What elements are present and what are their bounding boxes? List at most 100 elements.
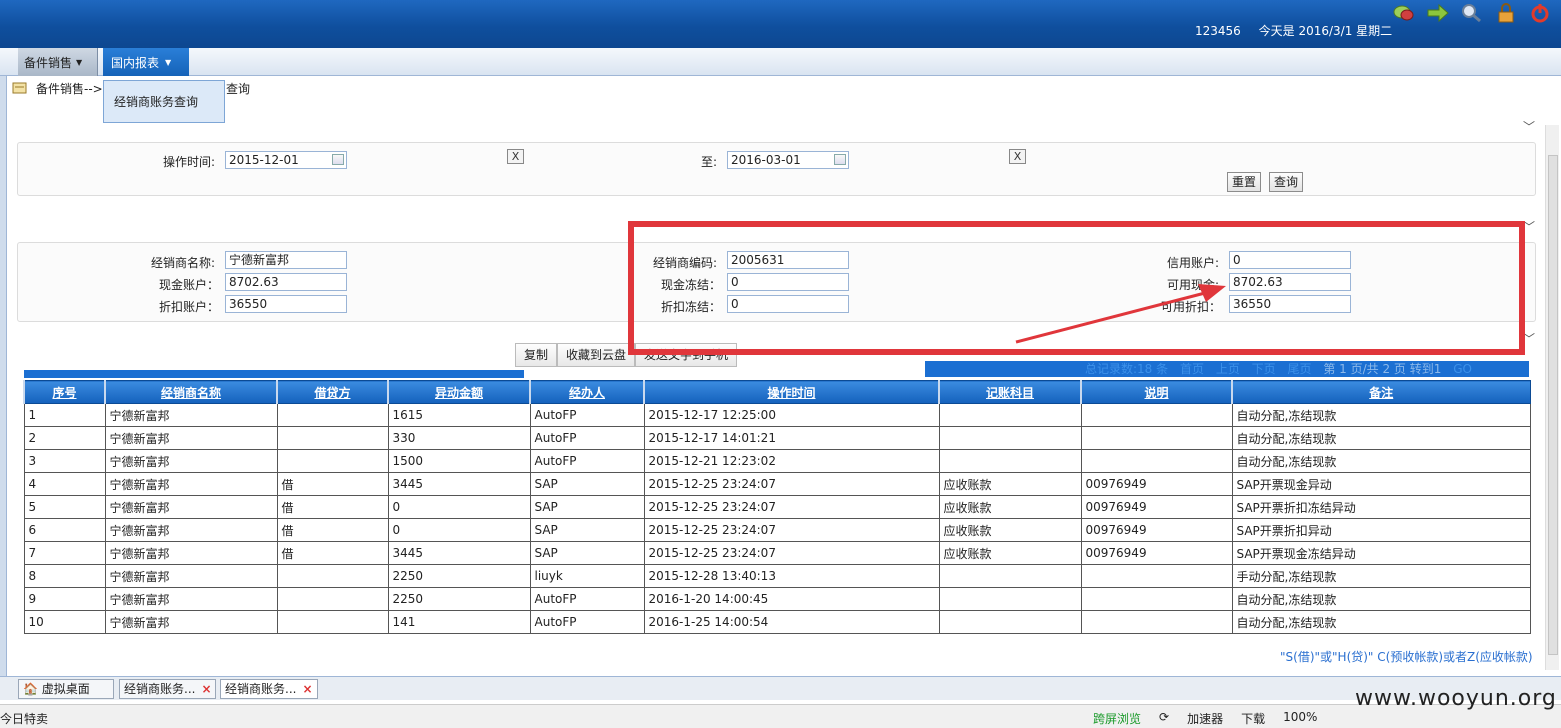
- to-date-input[interactable]: 2016-03-01: [727, 151, 849, 169]
- cell-dealer: 宁德新富邦: [104, 495, 278, 519]
- cell-time: 2015-12-25 23:24:07: [643, 472, 940, 496]
- send-phone-button[interactable]: 发送文字到手机: [635, 343, 738, 367]
- cell-dealer: 宁德新富邦: [104, 472, 278, 496]
- cell-desc: [1080, 587, 1233, 611]
- copy-button[interactable]: 复制: [515, 343, 558, 367]
- dropdown-dealer-account-query[interactable]: 经销商账务查询: [103, 80, 225, 123]
- forward-arrow-icon[interactable]: [1424, 2, 1452, 24]
- col-header-dealer[interactable]: 经销商名称: [104, 380, 278, 404]
- col-header-desc[interactable]: 说明: [1080, 380, 1233, 404]
- cell-dc: [276, 610, 389, 634]
- cell-subject: [938, 449, 1082, 473]
- cell-dc: [276, 449, 389, 473]
- calendar-icon[interactable]: [332, 154, 344, 165]
- cell-dealer: 宁德新富邦: [104, 403, 278, 427]
- cell-seq: 8: [23, 564, 106, 588]
- col-header-remark[interactable]: 备注: [1231, 380, 1531, 404]
- col-header-time[interactable]: 操作时间: [643, 380, 940, 404]
- search-icon[interactable]: [1458, 2, 1486, 24]
- available-discount-field[interactable]: 36550: [1229, 295, 1351, 313]
- table-row[interactable]: 9 宁德新富邦 2250 AutoFP 2016-1-20 14:00:45 自动分配,冻…: [23, 587, 1531, 611]
- available-discount-label: 可用折扣：: [1161, 300, 1222, 314]
- col-header-seq[interactable]: 序号: [23, 380, 106, 404]
- table-row[interactable]: 4 宁德新富邦借 3445 SAP 2015-12-25 23:24:07 应收账款 009…: [23, 472, 1531, 496]
- cash-account-field[interactable]: 8702.63: [225, 273, 347, 291]
- chat-icon[interactable]: [1390, 2, 1418, 24]
- close-icon[interactable]: ×: [302, 682, 312, 696]
- credit-account-label: 信用账户:: [1167, 256, 1220, 270]
- zoom-level[interactable]: 100%: [1283, 710, 1317, 727]
- pager-page-info[interactable]: 第 1 页/共 2 页 转到1: [1323, 362, 1441, 376]
- table-row[interactable]: 8 宁德新富邦 2250 liuyk 2015-12-28 13:40:13 手动分配,冻…: [23, 564, 1531, 588]
- vertical-scrollbar[interactable]: [1545, 125, 1559, 670]
- pager-prev[interactable]: 上页: [1216, 362, 1240, 376]
- collapse-chevron-icon[interactable]: ﹀: [1523, 118, 1535, 135]
- pager-go[interactable]: GO: [1453, 362, 1472, 376]
- discount-frozen-field[interactable]: 0: [727, 295, 849, 313]
- scroll-thumb[interactable]: [1548, 155, 1558, 655]
- clear-from-button[interactable]: X: [507, 149, 524, 164]
- search-button[interactable]: 查询: [1269, 172, 1304, 192]
- credit-account-field[interactable]: 0: [1229, 251, 1351, 269]
- table-row[interactable]: 10 宁德新富邦 141 AutoFP 2016-1-25 14:00:54 自动分配,冻…: [23, 610, 1531, 634]
- cell-subject: 应收账款: [938, 472, 1082, 496]
- calendar-icon[interactable]: [834, 154, 846, 165]
- close-icon[interactable]: ×: [201, 682, 211, 696]
- cell-time: 2015-12-21 12:23:02: [643, 449, 940, 473]
- cell-amount: 2250: [387, 587, 531, 611]
- col-header-handler[interactable]: 经办人: [529, 380, 645, 404]
- cell-dealer: 宁德新富邦: [104, 587, 278, 611]
- discount-account-field[interactable]: 36550: [225, 295, 347, 313]
- tab-dealer-account-2[interactable]: 经销商账务... ×: [220, 679, 318, 699]
- accelerator-button[interactable]: 加速器: [1187, 710, 1223, 727]
- save-cloud-button[interactable]: 收藏到云盘: [557, 343, 636, 367]
- download-button[interactable]: 下载: [1241, 710, 1265, 727]
- pager-next[interactable]: 下页: [1252, 362, 1276, 376]
- cell-time: 2015-12-25 23:24:07: [643, 495, 940, 519]
- cell-time: 2016-1-25 14:00:54: [643, 610, 940, 634]
- cell-remark: 自动分配,冻结现款: [1231, 403, 1531, 427]
- power-icon[interactable]: [1526, 2, 1554, 24]
- cross-screen-button[interactable]: 跨屏浏览: [1093, 710, 1141, 727]
- col-header-amount[interactable]: 异动金额: [387, 380, 531, 404]
- reset-button[interactable]: 重置: [1227, 172, 1262, 192]
- pager-last[interactable]: 尾页: [1288, 362, 1312, 376]
- from-date-input[interactable]: 2015-12-01: [225, 151, 347, 169]
- refresh-icon[interactable]: ⟳: [1159, 710, 1169, 727]
- cash-frozen-field[interactable]: 0: [727, 273, 849, 291]
- clear-to-button[interactable]: X: [1009, 149, 1026, 164]
- dropdown-item-label: 经销商账务查询: [114, 95, 199, 109]
- table-row[interactable]: 6 宁德新富邦借 0 SAP 2015-12-25 23:24:07 应收账款 009769…: [23, 518, 1531, 542]
- cell-handler: SAP: [529, 518, 645, 542]
- from-date-value: 2015-12-01: [229, 153, 299, 167]
- cell-subject: [938, 564, 1082, 588]
- table-row[interactable]: 2 宁德新富邦 330 AutoFP 2015-12-17 14:01:21 自动分配,冻…: [23, 426, 1531, 450]
- available-cash-field[interactable]: 8702.63: [1229, 273, 1351, 291]
- cell-subject: [938, 587, 1082, 611]
- cell-dealer: 宁德新富邦: [104, 541, 278, 565]
- table-row[interactable]: 5 宁德新富邦借 0 SAP 2015-12-25 23:24:07 应收账款 009769…: [23, 495, 1531, 519]
- col-header-dc[interactable]: 借贷方: [276, 380, 389, 404]
- collapse-chevron-icon[interactable]: ﹀: [1523, 330, 1535, 347]
- menu-domestic-reports[interactable]: 国内报表 ▼: [103, 48, 189, 76]
- watermark: www.wooyun.org: [1355, 686, 1557, 711]
- breadcrumb-icon: [12, 82, 27, 94]
- lock-icon[interactable]: [1492, 2, 1520, 24]
- menu-parts-sales[interactable]: 备件销售 ▼: [18, 48, 98, 76]
- table-row[interactable]: 3 宁德新富邦 1500 AutoFP 2015-12-21 12:23:02 自动分配,…: [23, 449, 1531, 473]
- dealer-code-field[interactable]: 2005631: [727, 251, 849, 269]
- col-header-subject[interactable]: 记账科目: [938, 380, 1082, 404]
- breadcrumb: 备件销售--> 查询: [12, 78, 250, 98]
- tab-virtual-desktop[interactable]: 🏠 虚拟桌面: [18, 679, 114, 699]
- status-left[interactable]: 今日特卖: [0, 710, 48, 727]
- cell-remark: 自动分配,冻结现款: [1231, 610, 1531, 634]
- collapse-chevron-icon[interactable]: ﹀: [1523, 218, 1535, 235]
- cell-dc: 借: [276, 472, 389, 496]
- dealer-name-field[interactable]: 宁德新富邦: [225, 251, 347, 269]
- cell-dealer: 宁德新富邦: [104, 610, 278, 634]
- tab-dealer-account-1[interactable]: 经销商账务... ×: [119, 679, 216, 699]
- pager-first[interactable]: 首页: [1180, 362, 1204, 376]
- table-row[interactable]: 1 宁德新富邦 1615 AutoFP 2015-12-17 12:25:00 自动分配,…: [23, 403, 1531, 427]
- cell-subject: [938, 426, 1082, 450]
- table-row[interactable]: 7 宁德新富邦借 3445 SAP 2015-12-25 23:24:07 应收账款 009…: [23, 541, 1531, 565]
